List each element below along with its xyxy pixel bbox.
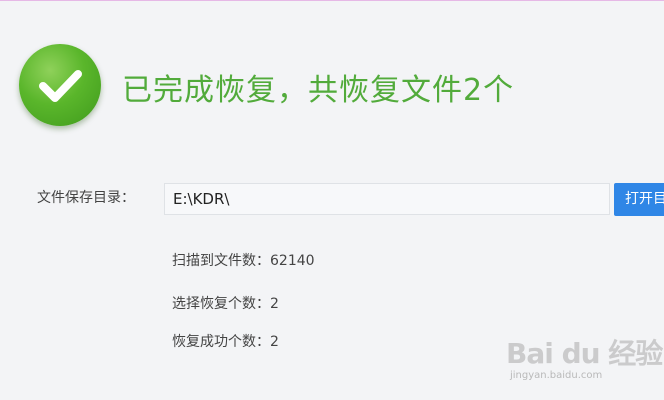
recovery-complete-title: 已完成恢复，共恢复文件2个 — [122, 73, 515, 108]
baidu-jingyan-watermark: Bai du 经验 jingyan.baidu.com — [506, 328, 663, 388]
recovery-complete-page: 已完成恢复，共恢复文件2个 文件保存目录： E:\KDR\ 打开目 扫描到文件数… — [0, 1, 664, 400]
selected-count-stat: 选择恢复个数：2 — [172, 293, 279, 315]
watermark-logo: Bai du 经验 — [506, 337, 663, 370]
success-count-label: 恢复成功个数： — [172, 334, 270, 350]
success-count-stat: 恢复成功个数：2 — [172, 331, 279, 353]
success-count-value: 2 — [270, 334, 279, 350]
watermark-url: jingyan.baidu.com — [510, 370, 603, 381]
scanned-files-label: 扫描到文件数： — [172, 253, 270, 269]
selected-count-label: 选择恢复个数： — [172, 296, 270, 312]
scanned-files-stat: 扫描到文件数：62140 — [172, 250, 315, 272]
open-directory-button[interactable]: 打开目 — [614, 183, 664, 216]
checkmark-icon — [39, 70, 82, 102]
checkmark-circle-icon — [19, 44, 101, 126]
save-directory-field[interactable]: E:\KDR\ — [164, 183, 610, 215]
scanned-files-value: 62140 — [270, 253, 315, 269]
save-directory-label: 文件保存目录： — [37, 190, 135, 206]
selected-count-value: 2 — [270, 296, 279, 312]
